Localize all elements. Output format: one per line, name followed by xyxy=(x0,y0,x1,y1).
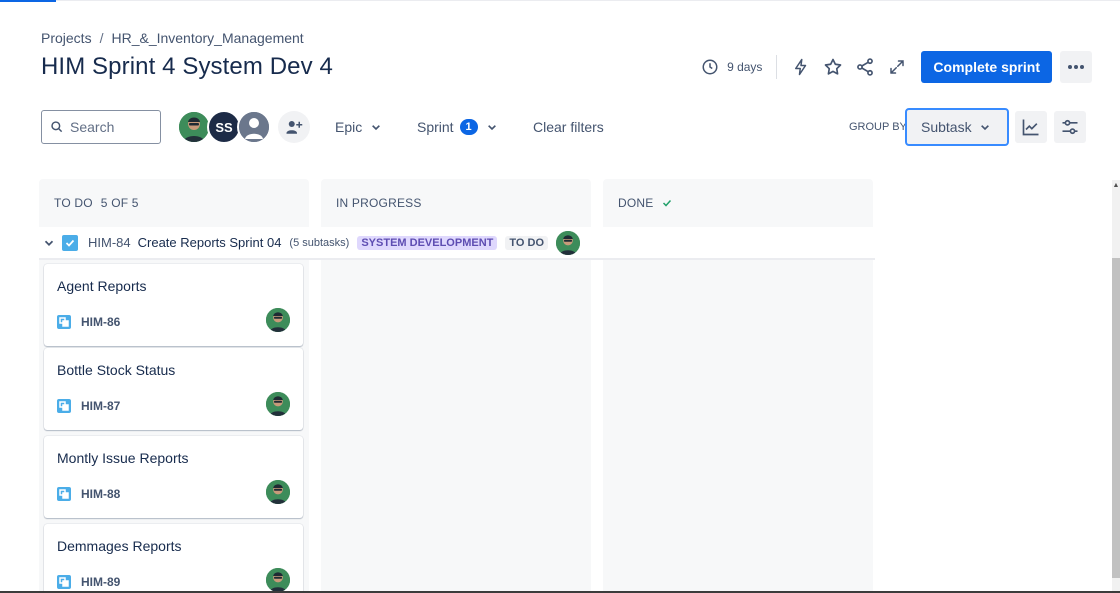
view-settings-button[interactable] xyxy=(1054,111,1086,143)
group-by-value: Subtask xyxy=(921,119,972,135)
group-by-label: GROUP BY xyxy=(849,121,907,133)
star-icon xyxy=(825,58,842,75)
automation-button[interactable] xyxy=(785,51,817,83)
card-title: Demmages Reports xyxy=(57,538,182,554)
scroll-up-arrow[interactable]: ▲ xyxy=(1112,180,1120,190)
sprint-time-remaining[interactable]: 9 days xyxy=(701,58,776,76)
card-footer: HIM-87 xyxy=(57,399,120,413)
chevron-down-icon xyxy=(981,125,989,131)
breadcrumb: Projects / HR_&_Inventory_Management xyxy=(41,30,304,46)
group-by-select[interactable]: Subtask xyxy=(905,108,1009,146)
chevron-down-icon xyxy=(487,125,496,131)
epic-filter-label: Epic xyxy=(335,119,363,135)
collapse-swimlane-button[interactable] xyxy=(39,236,59,250)
subtask-icon xyxy=(57,315,71,329)
column-done-name: DONE xyxy=(618,196,654,210)
avatar-user-photo[interactable] xyxy=(177,110,211,144)
card-issue-key: HIM-87 xyxy=(81,399,121,413)
subtask-icon xyxy=(57,399,71,413)
share-icon xyxy=(857,58,874,76)
issue-card[interactable]: Agent Reports HIM-86 xyxy=(44,264,303,346)
card-footer: HIM-89 xyxy=(57,575,120,589)
subtask-icon xyxy=(57,487,71,501)
chart-trend-icon xyxy=(1022,119,1039,136)
clock-icon xyxy=(702,59,718,75)
column-todo-count: 5 OF 5 xyxy=(100,196,139,210)
search-icon xyxy=(51,121,63,133)
card-issue-key: HIM-86 xyxy=(81,315,121,329)
breadcrumb-projects[interactable]: Projects xyxy=(41,30,92,46)
card-title: Agent Reports xyxy=(57,278,147,294)
search-placeholder: Search xyxy=(70,119,115,135)
breadcrumb-separator: / xyxy=(99,30,104,46)
column-in-progress-name: IN PROGRESS xyxy=(336,196,422,210)
issue-card[interactable]: Demmages Reports HIM-89 xyxy=(44,524,303,593)
board-toolbar: Search SS Epic Sprint 1 Clear filters GR… xyxy=(41,108,1120,146)
card-title: Bottle Stock Status xyxy=(57,362,176,378)
chevron-down-icon xyxy=(44,240,54,246)
avatar-group: SS xyxy=(177,110,271,144)
column-header-todo: TO DO 5 OF 5 xyxy=(54,196,139,210)
column-todo-name: TO DO xyxy=(54,196,93,210)
add-people-button[interactable] xyxy=(278,111,310,143)
more-actions-button[interactable] xyxy=(1060,51,1092,83)
header-divider xyxy=(776,55,778,79)
epic-filter[interactable]: Epic xyxy=(335,110,384,144)
insights-button[interactable] xyxy=(1015,111,1047,143)
issue-card[interactable]: Bottle Stock Status HIM-87 xyxy=(44,348,303,430)
top-accent-bar xyxy=(0,0,56,2)
more-icon xyxy=(1068,65,1084,69)
swimlane-subtask-count: (5 subtasks) xyxy=(289,236,350,249)
scrollbar-thumb[interactable] xyxy=(1112,258,1120,578)
card-assignee-avatar[interactable] xyxy=(266,308,290,332)
days-remaining: 9 days xyxy=(727,60,763,74)
sliders-icon xyxy=(1062,119,1078,135)
complete-sprint-button[interactable]: Complete sprint xyxy=(921,51,1052,83)
card-title: Montly Issue Reports xyxy=(57,450,189,466)
card-assignee-avatar[interactable] xyxy=(266,392,290,416)
expand-icon xyxy=(890,60,905,74)
avatar-user-ss[interactable]: SS xyxy=(207,110,241,144)
share-button[interactable] xyxy=(849,51,881,83)
fullscreen-button[interactable] xyxy=(881,51,913,83)
sprint-filter-label: Sprint xyxy=(417,119,454,135)
clear-filters-button[interactable]: Clear filters xyxy=(533,110,604,144)
add-person-icon xyxy=(286,121,303,134)
person-icon xyxy=(239,112,269,142)
task-type-icon xyxy=(62,234,78,251)
card-issue-key: HIM-88 xyxy=(81,487,121,501)
card-assignee-avatar[interactable] xyxy=(266,480,290,504)
lightning-icon xyxy=(795,58,807,76)
star-button[interactable] xyxy=(817,51,849,83)
card-assignee-avatar[interactable] xyxy=(266,568,290,592)
avatar-user-generic[interactable] xyxy=(237,110,271,144)
card-footer: HIM-86 xyxy=(57,315,120,329)
epic-lozenge: SYSTEM DEVELOPMENT xyxy=(357,235,498,250)
header-actions: 9 days Complete sprint xyxy=(701,51,1092,83)
swimlane-issue-summary: Create Reports Sprint 04 xyxy=(137,235,282,250)
issue-card[interactable]: Montly Issue Reports HIM-88 xyxy=(44,436,303,518)
page-title: HIM Sprint 4 System Dev 4 xyxy=(41,53,333,80)
check-icon xyxy=(663,199,672,207)
subtask-icon xyxy=(57,575,71,589)
chevron-down-icon xyxy=(372,125,381,131)
column-header-done: DONE xyxy=(618,196,673,210)
sprint-filter[interactable]: Sprint 1 xyxy=(417,110,500,144)
column-header-in-progress: IN PROGRESS xyxy=(336,196,422,210)
swimlane-parent-issue[interactable]: HIM-84 Create Reports Sprint 04 (5 subta… xyxy=(39,227,875,260)
card-issue-key: HIM-89 xyxy=(81,575,121,589)
swimlane-assignee-avatar[interactable] xyxy=(556,230,581,255)
search-input[interactable]: Search xyxy=(41,110,161,144)
breadcrumb-project[interactable]: HR_&_Inventory_Management xyxy=(111,30,303,46)
swimlane-issue-key[interactable]: HIM-84 xyxy=(88,235,131,250)
card-footer: HIM-88 xyxy=(57,487,120,501)
top-border xyxy=(0,0,1120,1)
sprint-filter-count: 1 xyxy=(459,119,478,135)
status-lozenge: TO DO xyxy=(505,235,549,250)
